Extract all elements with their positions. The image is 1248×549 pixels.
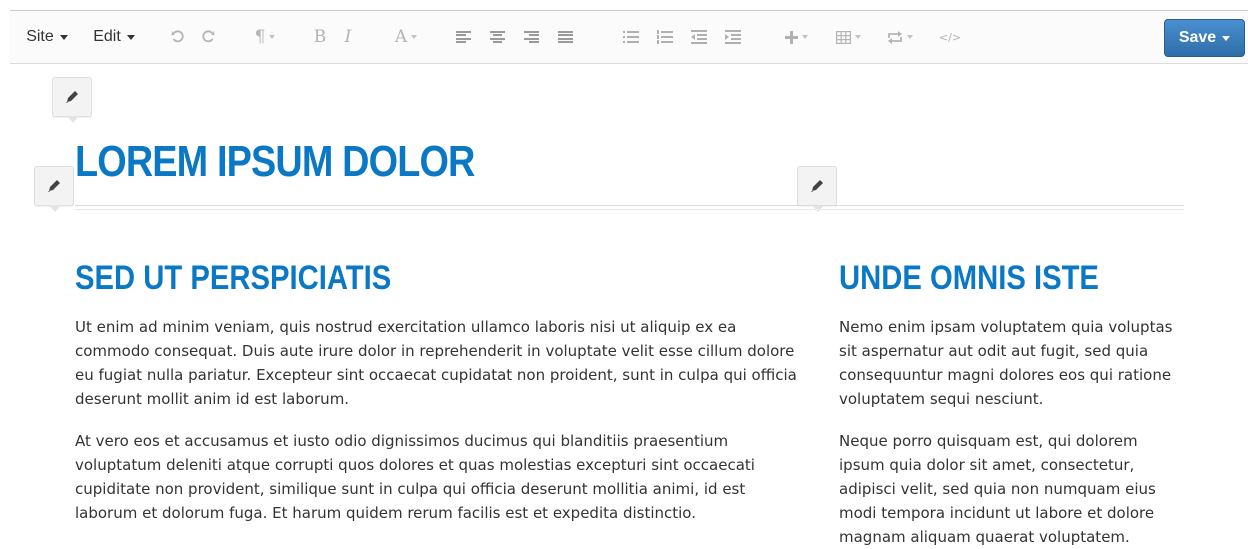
align-left-icon	[455, 31, 471, 43]
save-label: Save	[1178, 29, 1217, 46]
outdent-button[interactable]	[690, 11, 708, 63]
align-justify-button[interactable]	[556, 11, 574, 63]
chevron-down-icon	[1222, 35, 1231, 41]
pencil-icon	[811, 180, 823, 192]
table-icon	[835, 30, 851, 44]
numbered-list-icon	[657, 30, 673, 44]
chevron-down-icon	[126, 34, 135, 40]
align-center-button[interactable]	[488, 11, 506, 63]
site-menu-button[interactable]: Site	[24, 11, 70, 63]
font-icon: A	[394, 27, 408, 47]
undo-icon	[171, 30, 184, 43]
bold-button[interactable]: B	[310, 11, 330, 63]
bold-icon: B	[313, 27, 327, 47]
redo-icon	[202, 30, 215, 43]
site-menu-label: Site	[26, 28, 54, 45]
edit-left-column-handle[interactable]	[34, 166, 74, 212]
left-paragraph-1: Ut enim ad minim veniam, quis nostrud ex…	[75, 318, 797, 408]
repeat-button[interactable]	[882, 11, 918, 63]
pencil-icon	[48, 180, 60, 192]
repeat-icon	[888, 30, 902, 44]
right-paragraph-2: Neque porro quisquam est, qui dolorem ip…	[839, 432, 1156, 546]
chevron-down-icon	[801, 35, 808, 39]
undo-button[interactable]	[168, 11, 188, 63]
insert-button[interactable]	[780, 11, 812, 63]
align-justify-icon	[557, 31, 573, 43]
redo-button[interactable]	[198, 11, 218, 63]
chevron-down-icon	[59, 34, 68, 40]
chevron-down-icon	[907, 35, 913, 39]
align-right-icon	[523, 31, 539, 43]
font-style-button[interactable]: A	[388, 11, 424, 63]
right-column-heading: UNDE OMNIS ISTE	[839, 259, 1099, 297]
left-column-heading: SED UT PERSPICIATIS	[75, 259, 392, 297]
left-paragraph-2: At vero eos et accusamus et iusto odio d…	[75, 432, 755, 522]
title-divider-shadow	[75, 209, 1184, 210]
bullet-list-icon	[623, 31, 639, 43]
save-button[interactable]: Save	[1164, 19, 1245, 57]
indent-button[interactable]	[724, 11, 742, 63]
edit-page-handle[interactable]	[52, 77, 92, 123]
right-paragraph-1: Nemo enim ipsam voluptatem quia voluptas…	[839, 318, 1173, 408]
indent-icon	[725, 30, 741, 44]
table-button[interactable]	[832, 11, 864, 63]
italic-icon: I	[344, 27, 352, 47]
edit-menu-button[interactable]: Edit	[88, 11, 140, 63]
align-center-icon	[489, 31, 505, 43]
page-title: LOREM IPSUM DOLOR	[75, 137, 475, 186]
title-divider	[75, 205, 1184, 206]
plus-icon	[784, 30, 798, 44]
code-view-button[interactable]: </>	[936, 11, 964, 63]
code-icon: </>	[938, 30, 962, 44]
chevron-down-icon	[269, 35, 276, 39]
edit-right-column-handle[interactable]	[797, 166, 837, 212]
align-right-button[interactable]	[522, 11, 540, 63]
align-left-button[interactable]	[454, 11, 472, 63]
pencil-icon	[66, 91, 78, 103]
bullet-list-button[interactable]	[622, 11, 640, 63]
paragraph-format-button[interactable]: ¶	[250, 11, 280, 63]
numbered-list-button[interactable]	[656, 11, 674, 63]
outdent-icon	[691, 30, 707, 44]
chevron-down-icon	[411, 35, 418, 39]
chevron-down-icon	[854, 35, 861, 39]
italic-button[interactable]: I	[338, 11, 358, 63]
pilcrow-icon: ¶	[254, 27, 266, 47]
edit-menu-label: Edit	[93, 28, 121, 45]
editor-toolbar: Site Edit ¶ B I A </>	[10, 11, 1248, 64]
